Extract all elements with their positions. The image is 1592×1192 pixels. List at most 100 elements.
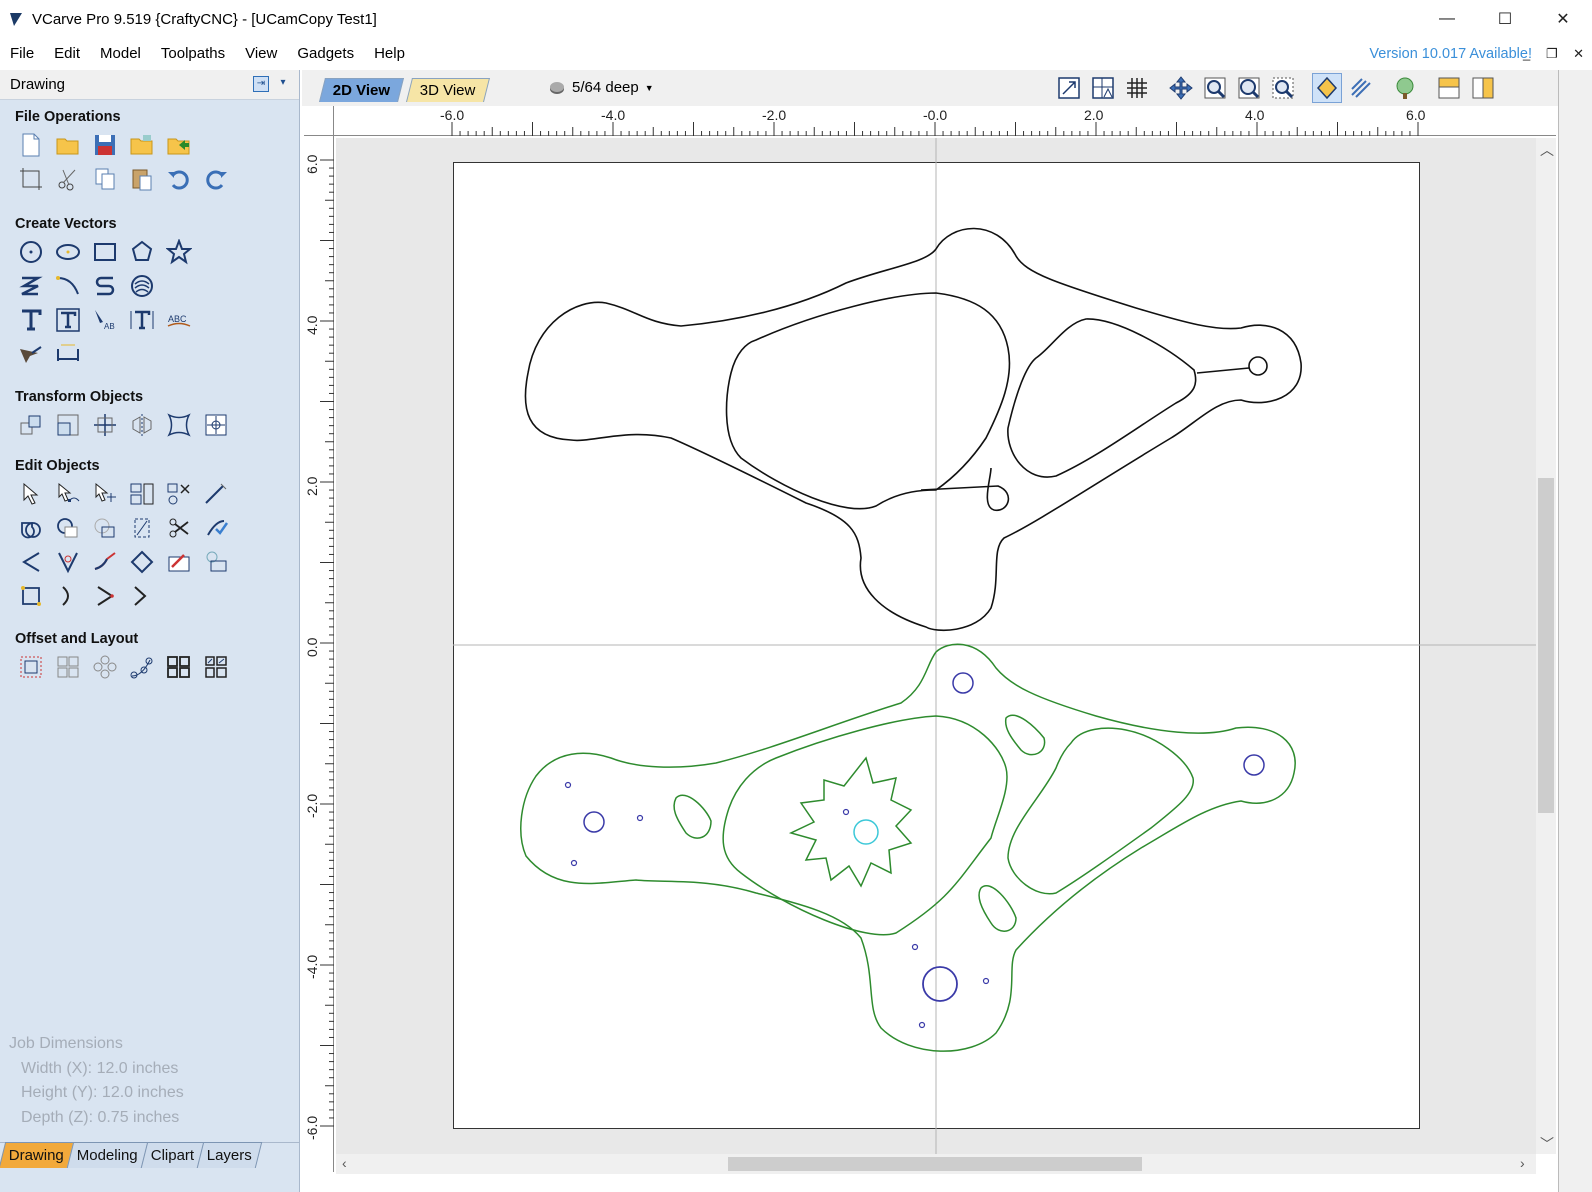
zoom-window-icon[interactable] bbox=[1200, 73, 1230, 103]
cut-icon[interactable] bbox=[53, 165, 82, 194]
fit-curves-icon[interactable] bbox=[127, 272, 156, 301]
maximize-button[interactable]: ☐ bbox=[1476, 0, 1534, 38]
ruler-origin-corner[interactable] bbox=[304, 106, 334, 136]
join-open-vectors-icon[interactable] bbox=[53, 582, 82, 611]
panel-undock-icon[interactable]: ⇥ bbox=[253, 76, 269, 92]
circular-array-icon[interactable] bbox=[90, 653, 119, 682]
horizontal-scroll-thumb[interactable] bbox=[728, 1157, 1142, 1171]
smart-smooth-icon[interactable] bbox=[127, 548, 156, 577]
open-file-icon[interactable] bbox=[53, 131, 82, 160]
job-setup-icon[interactable] bbox=[16, 165, 45, 194]
label-parts-icon[interactable] bbox=[201, 653, 230, 682]
mdi-window-buttons[interactable]: _ ❐ ✕ bbox=[1523, 38, 1590, 70]
snap-grid-icon[interactable] bbox=[1088, 73, 1118, 103]
offset-vectors-icon[interactable] bbox=[16, 653, 45, 682]
node-edit-icon[interactable] bbox=[53, 480, 82, 509]
zoom-box-icon[interactable] bbox=[1054, 73, 1084, 103]
minimize-button[interactable]: — bbox=[1418, 0, 1476, 38]
vertical-scroll-thumb[interactable] bbox=[1538, 478, 1554, 813]
mounting-hole[interactable] bbox=[1243, 754, 1265, 776]
menu-view[interactable]: View bbox=[235, 38, 287, 70]
trace-bitmap-icon[interactable] bbox=[16, 340, 45, 369]
mounting-hole[interactable] bbox=[583, 811, 605, 833]
gear-center-hole[interactable] bbox=[853, 819, 879, 845]
overlap-vectors-icon[interactable] bbox=[127, 514, 156, 543]
lower-inner-pocket-right[interactable] bbox=[1007, 727, 1194, 895]
mounting-hole[interactable] bbox=[952, 672, 974, 694]
text-on-curve-icon[interactable]: AB bbox=[90, 306, 119, 335]
copy-icon[interactable] bbox=[90, 165, 119, 194]
set-datum-icon[interactable] bbox=[201, 411, 230, 440]
menu-file[interactable]: File bbox=[0, 38, 44, 70]
align-objects-icon[interactable] bbox=[90, 411, 119, 440]
scroll-down-icon[interactable]: ﹀ bbox=[1540, 1134, 1554, 1154]
version-available-link[interactable]: Version 10.017 Available! bbox=[1369, 38, 1532, 70]
draw-circle-icon[interactable] bbox=[16, 238, 45, 267]
zoom-selected-icon[interactable] bbox=[1268, 73, 1298, 103]
nest-parts-icon[interactable] bbox=[201, 548, 230, 577]
pan-view-icon[interactable] bbox=[1166, 73, 1196, 103]
import-icon[interactable] bbox=[164, 131, 193, 160]
ungroup-objects-icon[interactable] bbox=[164, 480, 193, 509]
tab-layers[interactable]: Layers bbox=[197, 1142, 263, 1168]
move-object-icon[interactable] bbox=[16, 411, 45, 440]
layout-horizontal-icon[interactable] bbox=[1434, 73, 1464, 103]
draw-text-icon[interactable] bbox=[16, 306, 45, 335]
mirror-object-icon[interactable] bbox=[127, 411, 156, 440]
draw-arc-icon[interactable] bbox=[53, 272, 82, 301]
select-icon[interactable] bbox=[16, 480, 45, 509]
zoom-extents-icon[interactable] bbox=[1234, 73, 1264, 103]
menu-help[interactable]: Help bbox=[364, 38, 415, 70]
scroll-right-icon[interactable]: › bbox=[1520, 1155, 1525, 1171]
new-file-icon[interactable] bbox=[16, 131, 45, 160]
horizontal-scrollbar[interactable]: ‹ › bbox=[336, 1154, 1536, 1174]
close-button[interactable]: ✕ bbox=[1534, 0, 1592, 38]
scroll-left-icon[interactable]: ‹ bbox=[342, 1155, 347, 1171]
text-arc-icon[interactable] bbox=[127, 306, 156, 335]
draw-polyline-icon[interactable] bbox=[16, 272, 45, 301]
open-template-icon[interactable] bbox=[127, 131, 156, 160]
menu-model[interactable]: Model bbox=[90, 38, 151, 70]
vertical-scrollbar[interactable]: ︿ ﹀ bbox=[1536, 138, 1556, 1154]
auto-layout-text-icon[interactable] bbox=[53, 306, 82, 335]
upper-inner-pocket-right[interactable] bbox=[1007, 318, 1197, 478]
interactive-transform-icon[interactable] bbox=[90, 480, 119, 509]
show-vectors-icon[interactable] bbox=[1312, 73, 1342, 103]
tab-modeling[interactable]: Modeling bbox=[66, 1142, 149, 1168]
weld-vectors-icon[interactable] bbox=[16, 514, 45, 543]
spline-node-icon[interactable] bbox=[16, 582, 45, 611]
draw-star-icon[interactable] bbox=[164, 238, 193, 267]
extend-vector-icon[interactable] bbox=[90, 548, 119, 577]
menu-gadgets[interactable]: Gadgets bbox=[287, 38, 364, 70]
nesting-icon[interactable] bbox=[164, 653, 193, 682]
show-grid-icon[interactable] bbox=[1122, 73, 1152, 103]
lower-part-outline[interactable] bbox=[520, 643, 1296, 1052]
large-mounting-hole[interactable] bbox=[922, 966, 958, 1002]
tab-drawing[interactable]: Drawing bbox=[0, 1142, 75, 1168]
drawing-canvas[interactable] bbox=[336, 138, 1536, 1154]
draw-curve-icon[interactable] bbox=[90, 272, 119, 301]
trim-vectors-icon[interactable] bbox=[164, 514, 193, 543]
layout-vertical-icon[interactable] bbox=[1468, 73, 1498, 103]
close-vectors-icon[interactable] bbox=[201, 514, 230, 543]
draw-ellipse-icon[interactable] bbox=[53, 238, 82, 267]
upper-inner-pocket-left[interactable] bbox=[725, 292, 1011, 510]
upper-pivot-hole[interactable] bbox=[1248, 356, 1268, 376]
material-depth-dropdown[interactable]: 5/64 deep ▼ bbox=[548, 76, 654, 100]
group-objects-icon[interactable] bbox=[127, 480, 156, 509]
scale-object-icon[interactable] bbox=[53, 411, 82, 440]
join-arc-vectors-icon[interactable] bbox=[90, 582, 119, 611]
show-toolpaths-icon[interactable] bbox=[1346, 73, 1376, 103]
distort-object-icon[interactable] bbox=[164, 411, 193, 440]
redo-icon[interactable] bbox=[201, 165, 230, 194]
dogbone-icon[interactable] bbox=[53, 548, 82, 577]
tab-2d-view[interactable]: 2D View bbox=[319, 78, 405, 102]
join-line-vectors-icon[interactable] bbox=[127, 582, 156, 611]
array-copy-icon[interactable] bbox=[53, 653, 82, 682]
measure-tool-icon[interactable] bbox=[201, 480, 230, 509]
paste-icon[interactable] bbox=[127, 165, 156, 194]
tab-3d-view[interactable]: 3D View bbox=[406, 78, 490, 102]
gear-shape[interactable] bbox=[788, 756, 913, 888]
create-tabs-icon[interactable] bbox=[164, 548, 193, 577]
upper-part-outline[interactable] bbox=[524, 227, 1302, 632]
